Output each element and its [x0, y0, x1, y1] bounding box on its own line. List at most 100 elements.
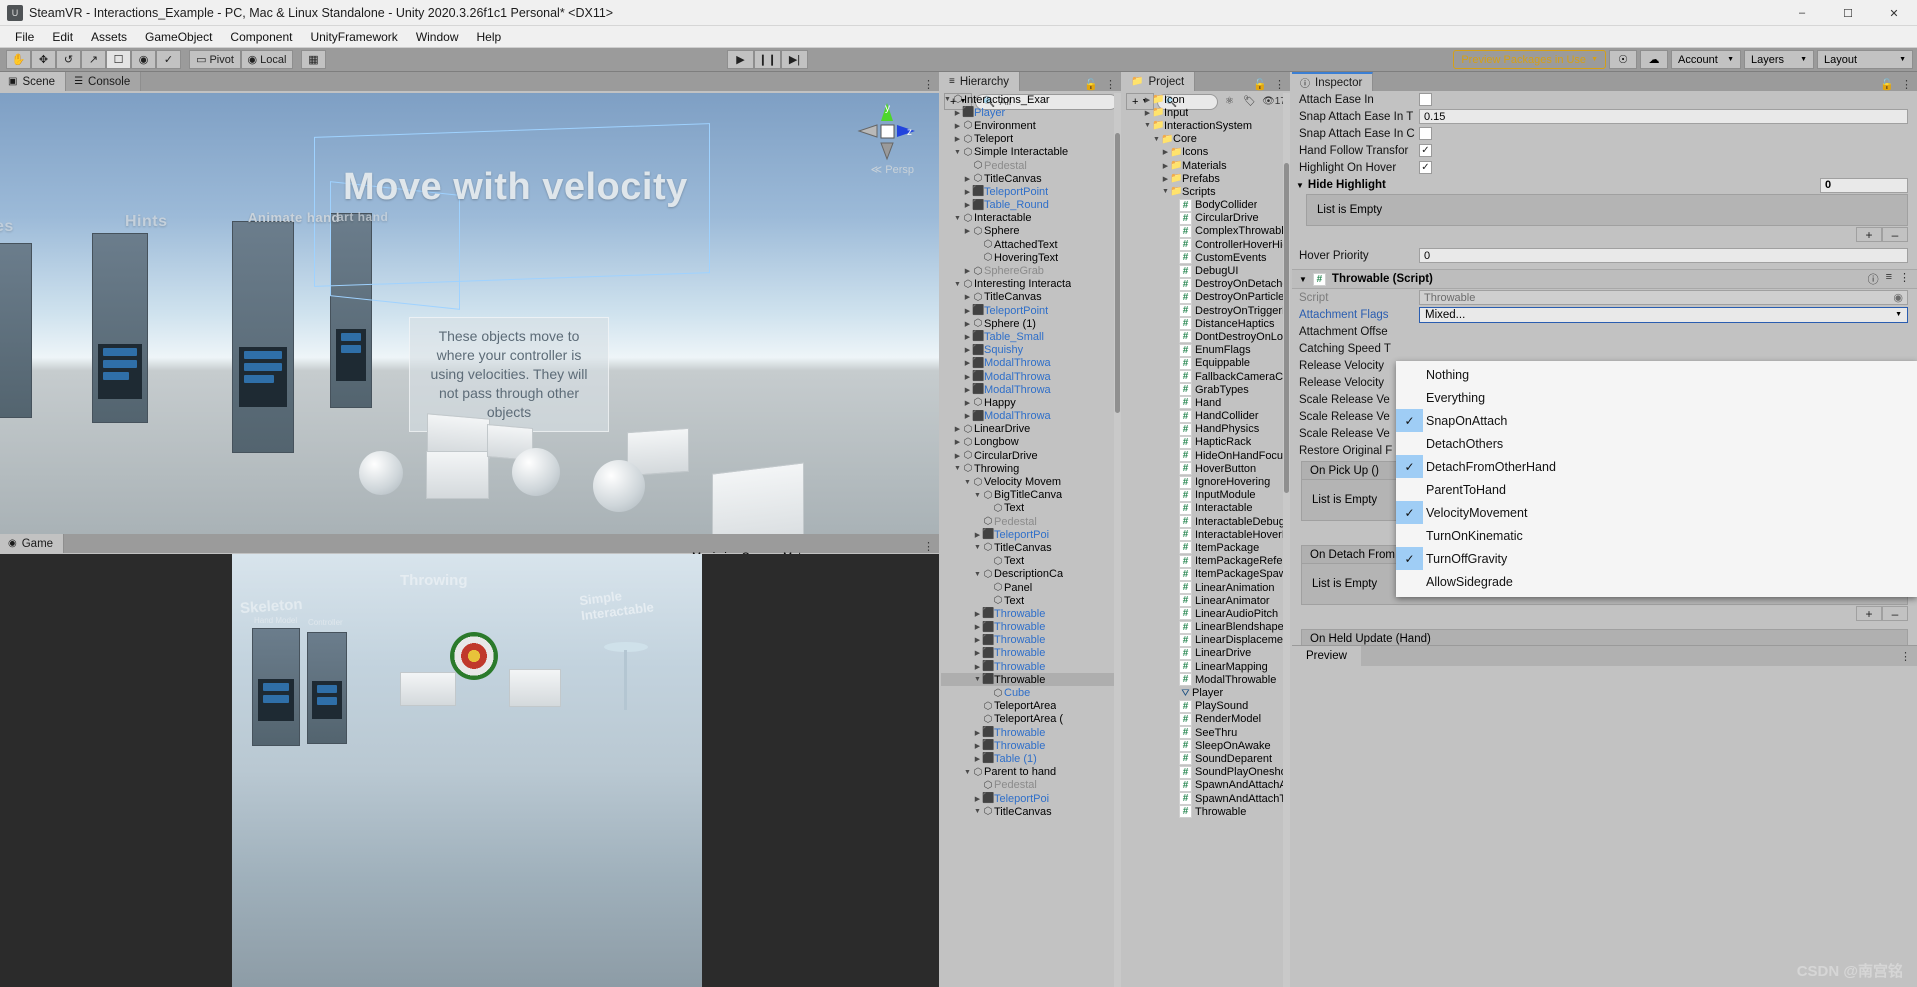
twisty-collapsed-icon[interactable]: ▶ — [963, 333, 972, 341]
project-item[interactable]: # DistanceHaptics — [1123, 317, 1290, 331]
hierarchy-item[interactable]: ⬡ Pedestal — [941, 159, 1121, 172]
project-item[interactable]: # HoverButton — [1123, 462, 1290, 476]
rotate-tool-icon[interactable]: ↺ — [56, 50, 81, 69]
project-item[interactable]: # DestroyOnParticleS — [1123, 290, 1290, 304]
layout-button[interactable]: Layout ▼ — [1817, 50, 1913, 69]
hierarchy-item[interactable]: ▶⬛Table_Small› — [941, 330, 1121, 343]
twisty-collapsed-icon[interactable]: ▶ — [963, 293, 972, 301]
project-item[interactable]: # LinearMapping — [1123, 660, 1290, 674]
remove-item-button[interactable]: – — [1882, 227, 1908, 242]
project-item[interactable]: # RenderModel — [1123, 712, 1290, 726]
project-item[interactable]: # Hand — [1123, 396, 1290, 410]
dropdown-option[interactable]: ✓ TurnOffGravity — [1396, 547, 1917, 570]
project-item[interactable]: # CustomEvents — [1123, 251, 1290, 265]
tab-hierarchy[interactable]: ≡ Hierarchy — [941, 72, 1021, 91]
hierarchy-item[interactable]: ▶⬛Throwable› — [941, 647, 1121, 660]
hierarchy-item[interactable]: ▶ ⬡ Environment — [941, 119, 1121, 132]
menu-edit[interactable]: Edit — [43, 28, 82, 46]
tab-project[interactable]: 📁 Project — [1123, 72, 1196, 91]
project-item[interactable]: # HandCollider — [1123, 409, 1290, 423]
twisty-expanded-icon[interactable]: ▼ — [973, 808, 982, 815]
twisty-expanded-icon[interactable]: ▼ — [953, 465, 962, 472]
twisty-collapsed-icon[interactable]: ▶ — [963, 201, 972, 209]
project-item[interactable]: # EnumFlags — [1123, 343, 1290, 357]
layers-button[interactable]: Layers ▼ — [1744, 50, 1814, 69]
hierarchy-item[interactable]: ▶⬛Table_Round› — [941, 199, 1121, 212]
hierarchy-item[interactable]: ▶⬛ModalThrowa› — [941, 410, 1121, 423]
hierarchy-item[interactable]: ▼ ⬡ BigTitleCanva — [941, 489, 1121, 502]
hierarchy-item[interactable]: ▼⬛Throwable› — [941, 673, 1121, 687]
checkbox-hand-follow-transform[interactable]: ✓ — [1419, 144, 1432, 157]
help-icon[interactable]: ⓘ — [1868, 271, 1879, 287]
scale-tool-icon[interactable]: ↗ — [81, 50, 106, 69]
scene-viewport[interactable]: Hints es Animate hand art hand Move with… — [0, 93, 939, 534]
kebab-icon[interactable]: ⋮ — [923, 540, 934, 553]
hierarchy-item[interactable]: ▶⬛Player› — [941, 106, 1121, 119]
hierarchy-item[interactable]: ▶⬛Throwable› — [941, 607, 1121, 620]
hierarchy-item[interactable]: ▶ ⬡ Happy — [941, 396, 1121, 409]
rect-tool-icon[interactable]: ☐ — [106, 50, 131, 69]
project-item[interactable]: # BodyCollider — [1123, 198, 1290, 212]
twisty-collapsed-icon[interactable]: ▶ — [963, 386, 972, 394]
hierarchy-item[interactable]: ▶⬛Squishy› — [941, 344, 1121, 357]
perspective-label[interactable]: ≪ Persp — [871, 163, 914, 176]
hierarchy-item[interactable]: ▶ ⬡ Sphere (1) — [941, 317, 1121, 330]
project-item[interactable]: # LinearBlendshape — [1123, 620, 1290, 634]
preset-icon[interactable]: ≡ — [1886, 271, 1892, 287]
twisty-collapsed-icon[interactable]: ▶ — [973, 795, 982, 803]
project-item[interactable]: # LinearDrive — [1123, 646, 1290, 660]
twisty-collapsed-icon[interactable]: ▶ — [973, 663, 982, 671]
project-item[interactable]: ▶ 📁 Materials — [1123, 159, 1290, 172]
twisty-collapsed-icon[interactable]: ▶ — [963, 188, 972, 196]
kebab-icon[interactable]: ⋮ — [1901, 78, 1912, 91]
tab-console[interactable]: ☰ Console — [66, 72, 142, 91]
twisty-collapsed-icon[interactable]: ▶ — [953, 425, 962, 433]
hierarchy-item[interactable]: ⬡ Text — [941, 594, 1121, 607]
dropdown-option[interactable]: ParentToHand — [1396, 478, 1917, 501]
menu-component[interactable]: Component — [221, 28, 301, 46]
hierarchy-item[interactable]: ▶ ⬡ Teleport — [941, 133, 1121, 146]
twisty-expanded-icon[interactable]: ▼ — [973, 571, 982, 578]
twisty-collapsed-icon[interactable]: ▶ — [973, 610, 982, 618]
twisty-collapsed-icon[interactable]: ▶ — [973, 729, 982, 737]
add-listener-button[interactable]: + — [1856, 606, 1882, 621]
grid-snap-icon[interactable]: ▦ — [301, 50, 326, 69]
hierarchy-item[interactable]: ▼ ⬡ Throwing — [941, 462, 1121, 475]
game-viewport[interactable]: Throwing Skeleton Simple Interactable Ha… — [0, 554, 939, 987]
cloud-button[interactable]: ☁ — [1640, 50, 1668, 69]
menu-assets[interactable]: Assets — [82, 28, 136, 46]
twisty-collapsed-icon[interactable]: ▶ — [953, 135, 962, 143]
project-item[interactable]: # LinearAudioPitch — [1123, 607, 1290, 621]
project-item[interactable]: # LinearAnimator — [1123, 594, 1290, 608]
twisty-expanded-icon[interactable]: ▼ — [973, 544, 982, 551]
twisty-expanded-icon[interactable]: ▼ — [1152, 136, 1161, 143]
tab-inspector[interactable]: ⓘ Inspector — [1292, 72, 1374, 91]
hierarchy-item[interactable]: ▶ ⬡ LinearDrive — [941, 423, 1121, 436]
project-item[interactable]: # Throwable — [1123, 805, 1290, 819]
hierarchy-item[interactable]: ▶⬛ModalThrowa› — [941, 383, 1121, 396]
twisty-collapsed-icon[interactable]: ▶ — [963, 359, 972, 367]
project-item[interactable]: # SpawnAndAttachAft — [1123, 778, 1290, 792]
project-scrollbar[interactable] — [1283, 93, 1290, 987]
pivot-toggle[interactable]: ▭ Pivot — [189, 50, 241, 69]
project-item[interactable]: # LinearDisplacement — [1123, 633, 1290, 647]
project-item[interactable]: # ComplexThrowable — [1123, 224, 1290, 238]
project-item[interactable]: # SleepOnAwake — [1123, 739, 1290, 753]
hierarchy-item[interactable]: ▼ ⬡ Parent to hand — [941, 766, 1121, 779]
twisty-collapsed-icon[interactable]: ▶ — [963, 373, 972, 381]
twisty-collapsed-icon[interactable]: ▶ — [973, 531, 982, 539]
hierarchy-item[interactable]: ▶ ⬡ CircularDrive — [941, 449, 1121, 462]
menu-unityframework[interactable]: UnityFramework — [301, 28, 406, 46]
project-item[interactable]: # HandPhysics — [1123, 422, 1290, 436]
step-button[interactable]: ▶| — [781, 50, 808, 69]
input-snap-attach-ease-in-time[interactable]: 0.15 — [1419, 109, 1908, 124]
remove-listener-button[interactable]: – — [1882, 606, 1908, 621]
add-item-button[interactable]: + — [1856, 227, 1882, 242]
project-item[interactable]: # ItemPackageSpawn — [1123, 567, 1290, 581]
twisty-collapsed-icon[interactable]: ▶ — [953, 122, 962, 130]
project-item[interactable]: ▼ 📁 InteractionSystem — [1123, 119, 1290, 132]
twisty-expanded-icon[interactable]: ▼ — [973, 492, 982, 499]
project-item[interactable]: # DontDestroyOnLoad — [1123, 330, 1290, 344]
project-item[interactable]: ▶ 📁 Icons — [1123, 146, 1290, 159]
maximize-button[interactable]: ☐ — [1825, 0, 1871, 26]
